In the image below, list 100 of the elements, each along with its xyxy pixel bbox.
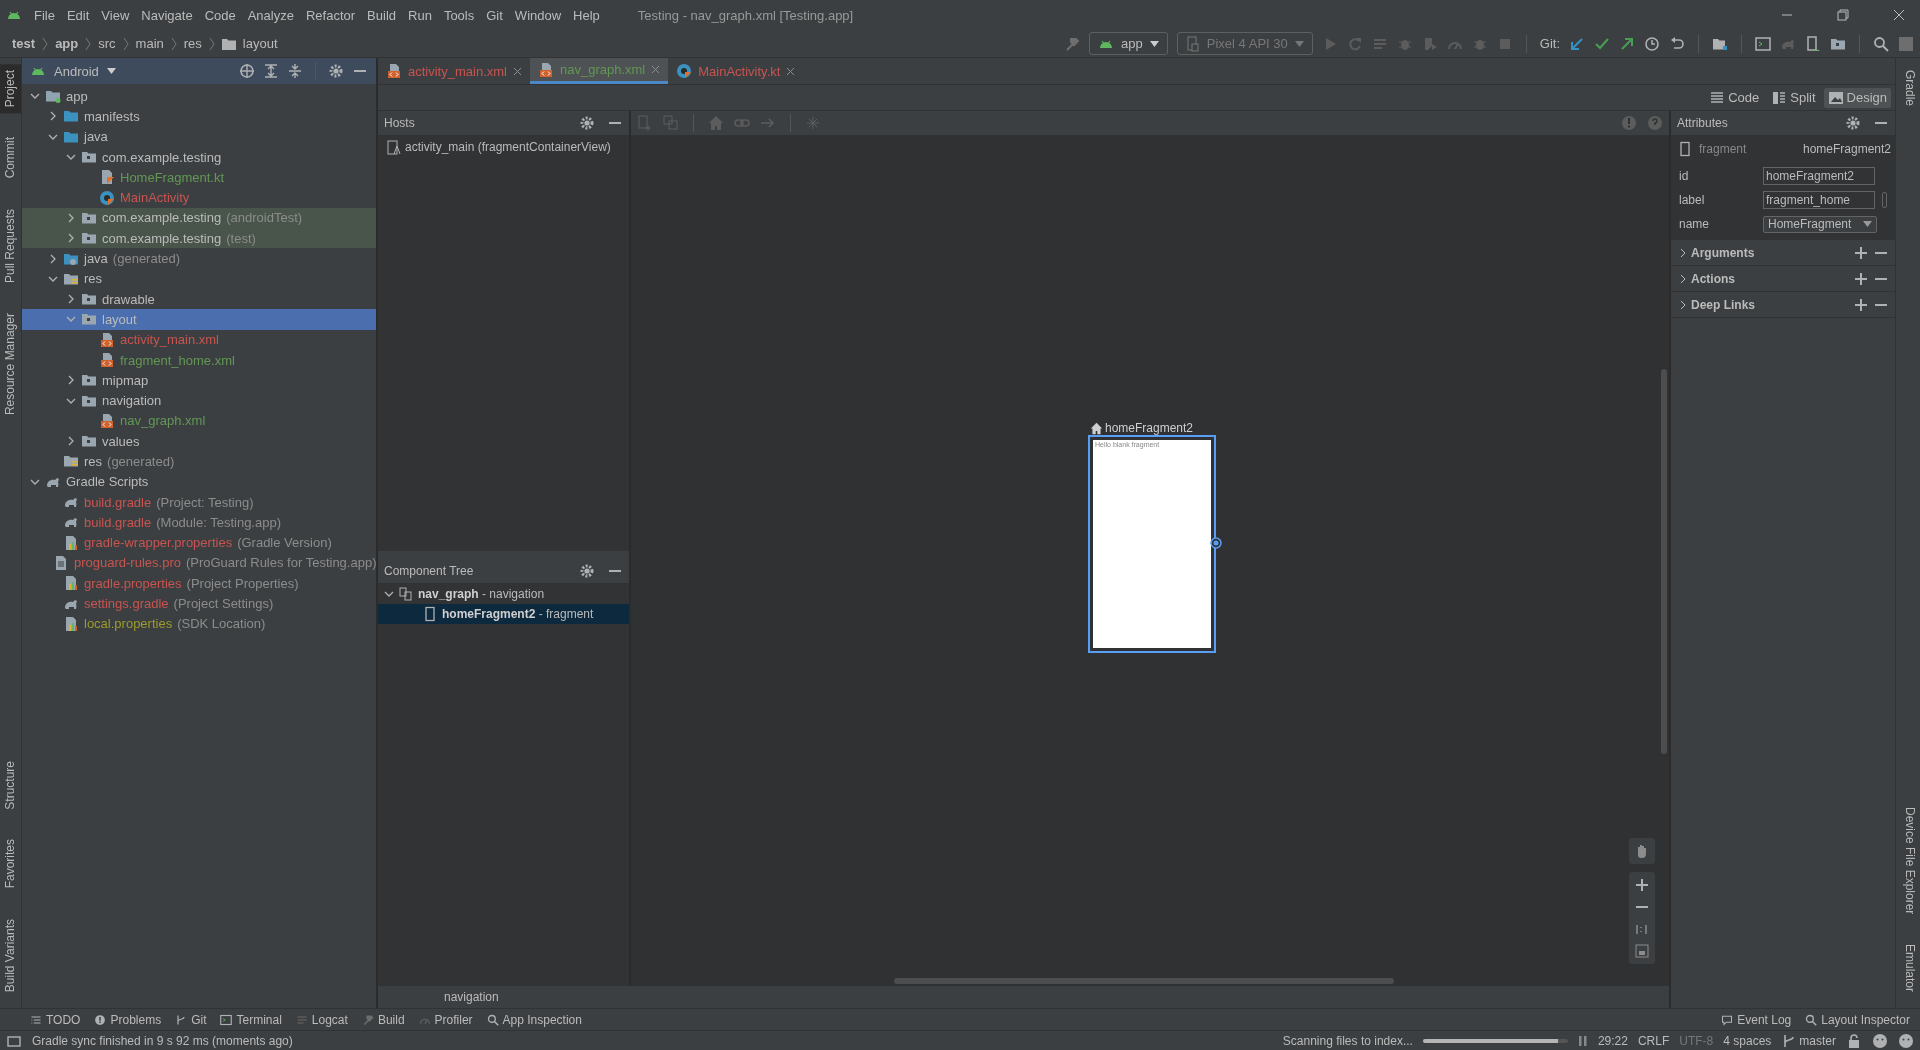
breadcrumb-item[interactable]: src <box>98 36 116 51</box>
menu-item[interactable]: Tools <box>443 7 475 23</box>
caret-icon[interactable] <box>106 68 116 74</box>
menu-item[interactable]: Analyze <box>247 7 294 23</box>
settings-icon[interactable] <box>1845 115 1861 131</box>
caret-position[interactable]: 29:22 <box>1597 1033 1628 1048</box>
view-mode-button[interactable]: Code <box>1705 87 1764 108</box>
chevron-right-icon[interactable] <box>48 253 58 264</box>
fit-screen-icon[interactable] <box>1634 943 1650 959</box>
run-config-dropdown[interactable]: app <box>1089 32 1168 55</box>
smiley-icon[interactable] <box>1872 1032 1888 1049</box>
chevron-down-icon[interactable] <box>384 589 394 599</box>
section-header[interactable]: Actions <box>1671 266 1895 292</box>
expand-all-icon[interactable] <box>263 63 279 79</box>
component-tree-item[interactable]: nav_graph - navigation <box>378 584 629 604</box>
hammer-icon[interactable] <box>1064 35 1081 52</box>
chevron-right-icon[interactable] <box>66 375 76 386</box>
tree-item[interactable]: com.example.testing <box>22 146 376 168</box>
breadcrumb-item[interactable]: navigation <box>444 990 499 1004</box>
tool-window-tab[interactable]: Structure <box>0 754 21 816</box>
tree-item[interactable]: manifests <box>22 106 376 127</box>
picker-button[interactable] <box>1882 192 1887 208</box>
tree-item[interactable]: values <box>22 431 376 452</box>
tree-item[interactable]: build.gradle (Project: Testing) <box>22 491 376 513</box>
close-icon[interactable] <box>1892 8 1906 22</box>
pan-button[interactable] <box>1629 838 1655 864</box>
collapse-all-icon[interactable] <box>287 63 303 79</box>
close-icon[interactable] <box>786 66 796 76</box>
tree-item[interactable]: navigation <box>22 390 376 411</box>
tree-item[interactable]: com.example.testing (test) <box>22 228 376 249</box>
history-icon[interactable] <box>1644 35 1660 52</box>
tool-window-tab[interactable]: Problems <box>94 1012 162 1027</box>
tree-item[interactable]: java (generated) <box>22 248 376 269</box>
menu-item[interactable]: Edit <box>66 7 90 23</box>
action-handle[interactable] <box>1210 537 1222 549</box>
tree-item[interactable]: proguard-rules.pro (ProGuard Rules for Testing.app) <box>22 552 376 574</box>
tree-item[interactable]: gradle-wrapper.properties (Gradle Version) <box>22 532 376 553</box>
tree-item[interactable]: HomeFragment.kt <box>22 167 376 188</box>
zoom-in-icon[interactable] <box>1634 877 1650 893</box>
lock-icon[interactable] <box>1846 1032 1862 1049</box>
tool-window-tab[interactable]: Project <box>0 64 21 114</box>
tool-window-tab[interactable]: Terminal <box>220 1012 282 1027</box>
scrollbar[interactable] <box>894 978 1394 984</box>
chevron-right-icon[interactable] <box>66 233 76 244</box>
tree-item[interactable]: Gradle Scripts <box>22 471 376 492</box>
tool-window-tab[interactable]: Emulator <box>1896 937 1920 998</box>
tool-window-tab[interactable]: Pull Requests <box>0 202 21 289</box>
section-header[interactable]: Deep Links <box>1671 292 1895 318</box>
tool-window-tab[interactable]: Logcat <box>295 1012 348 1027</box>
tree-item[interactable]: gradle.properties (Project Properties) <box>22 573 376 594</box>
tree-item[interactable]: settings.gradle (Project Settings) <box>22 593 376 614</box>
add-icon[interactable] <box>1853 270 1869 287</box>
tool-window-tab[interactable]: Commit <box>0 131 21 185</box>
search-icon[interactable] <box>1873 35 1889 52</box>
terminal-icon[interactable] <box>1755 35 1771 52</box>
update-arrow-icon[interactable] <box>1569 35 1585 52</box>
tree-item[interactable]: res (generated) <box>22 451 376 472</box>
square-icon[interactable] <box>1898 35 1914 52</box>
tool-window-tab[interactable]: Build Variants <box>0 912 21 998</box>
add-icon[interactable] <box>1853 296 1869 313</box>
tree-item[interactable]: build.gradle (Module: Testing.app) <box>22 512 376 533</box>
view-selector[interactable]: Android <box>54 63 99 79</box>
chevron-right-icon[interactable] <box>66 436 76 447</box>
tree-item[interactable]: drawable <box>22 288 376 310</box>
chevron-right-icon[interactable] <box>48 111 58 122</box>
add-icon[interactable] <box>1853 244 1869 261</box>
smiley-icon[interactable] <box>1898 1032 1914 1049</box>
tool-window-tab[interactable]: Device File Explorer <box>1896 800 1920 920</box>
tool-window-tab[interactable]: Profiler <box>418 1012 473 1027</box>
scrollbar[interactable] <box>1661 369 1667 754</box>
section-header[interactable]: Arguments <box>1671 240 1895 266</box>
tool-window-tab[interactable]: Gradle <box>1896 64 1920 113</box>
menu-item[interactable]: Window <box>514 7 562 23</box>
breadcrumb-item[interactable]: app <box>55 36 79 51</box>
attribute-field[interactable]: homeFragment2 <box>1763 167 1875 185</box>
tool-window-tab[interactable]: Build <box>361 1012 405 1027</box>
view-mode-button[interactable]: Split <box>1767 87 1820 108</box>
view-mode-button[interactable]: Design <box>1823 87 1891 108</box>
menu-item[interactable]: Git <box>486 7 503 23</box>
pause-icon[interactable] <box>1577 1034 1588 1047</box>
menu-item[interactable]: Navigate <box>141 7 193 23</box>
device-manager-icon[interactable] <box>1805 35 1821 52</box>
indent-setting[interactable]: 4 spaces <box>1723 1033 1772 1048</box>
tree-item[interactable]: res <box>22 268 376 289</box>
restore-icon[interactable] <box>1836 8 1850 22</box>
menu-item[interactable]: File <box>34 7 55 23</box>
component-tree-item[interactable]: homeFragment2 - fragment <box>378 604 629 624</box>
tree-item[interactable]: com.example.testing (androidTest) <box>22 207 376 229</box>
breadcrumb-item[interactable]: main <box>135 36 164 51</box>
undo-icon[interactable] <box>1669 35 1685 52</box>
menu-item[interactable]: Refactor <box>305 7 356 23</box>
breadcrumb-item[interactable]: test <box>12 36 36 51</box>
close-icon[interactable] <box>651 65 661 74</box>
breadcrumb-item[interactable]: res <box>183 36 202 51</box>
tool-window-tab[interactable]: Layout Inspector <box>1805 1012 1910 1027</box>
settings-icon[interactable] <box>328 63 344 79</box>
menu-item[interactable]: Run <box>408 7 432 23</box>
tree-item[interactable]: app <box>22 86 376 107</box>
settings-icon[interactable] <box>579 115 595 131</box>
close-icon[interactable] <box>512 66 522 76</box>
